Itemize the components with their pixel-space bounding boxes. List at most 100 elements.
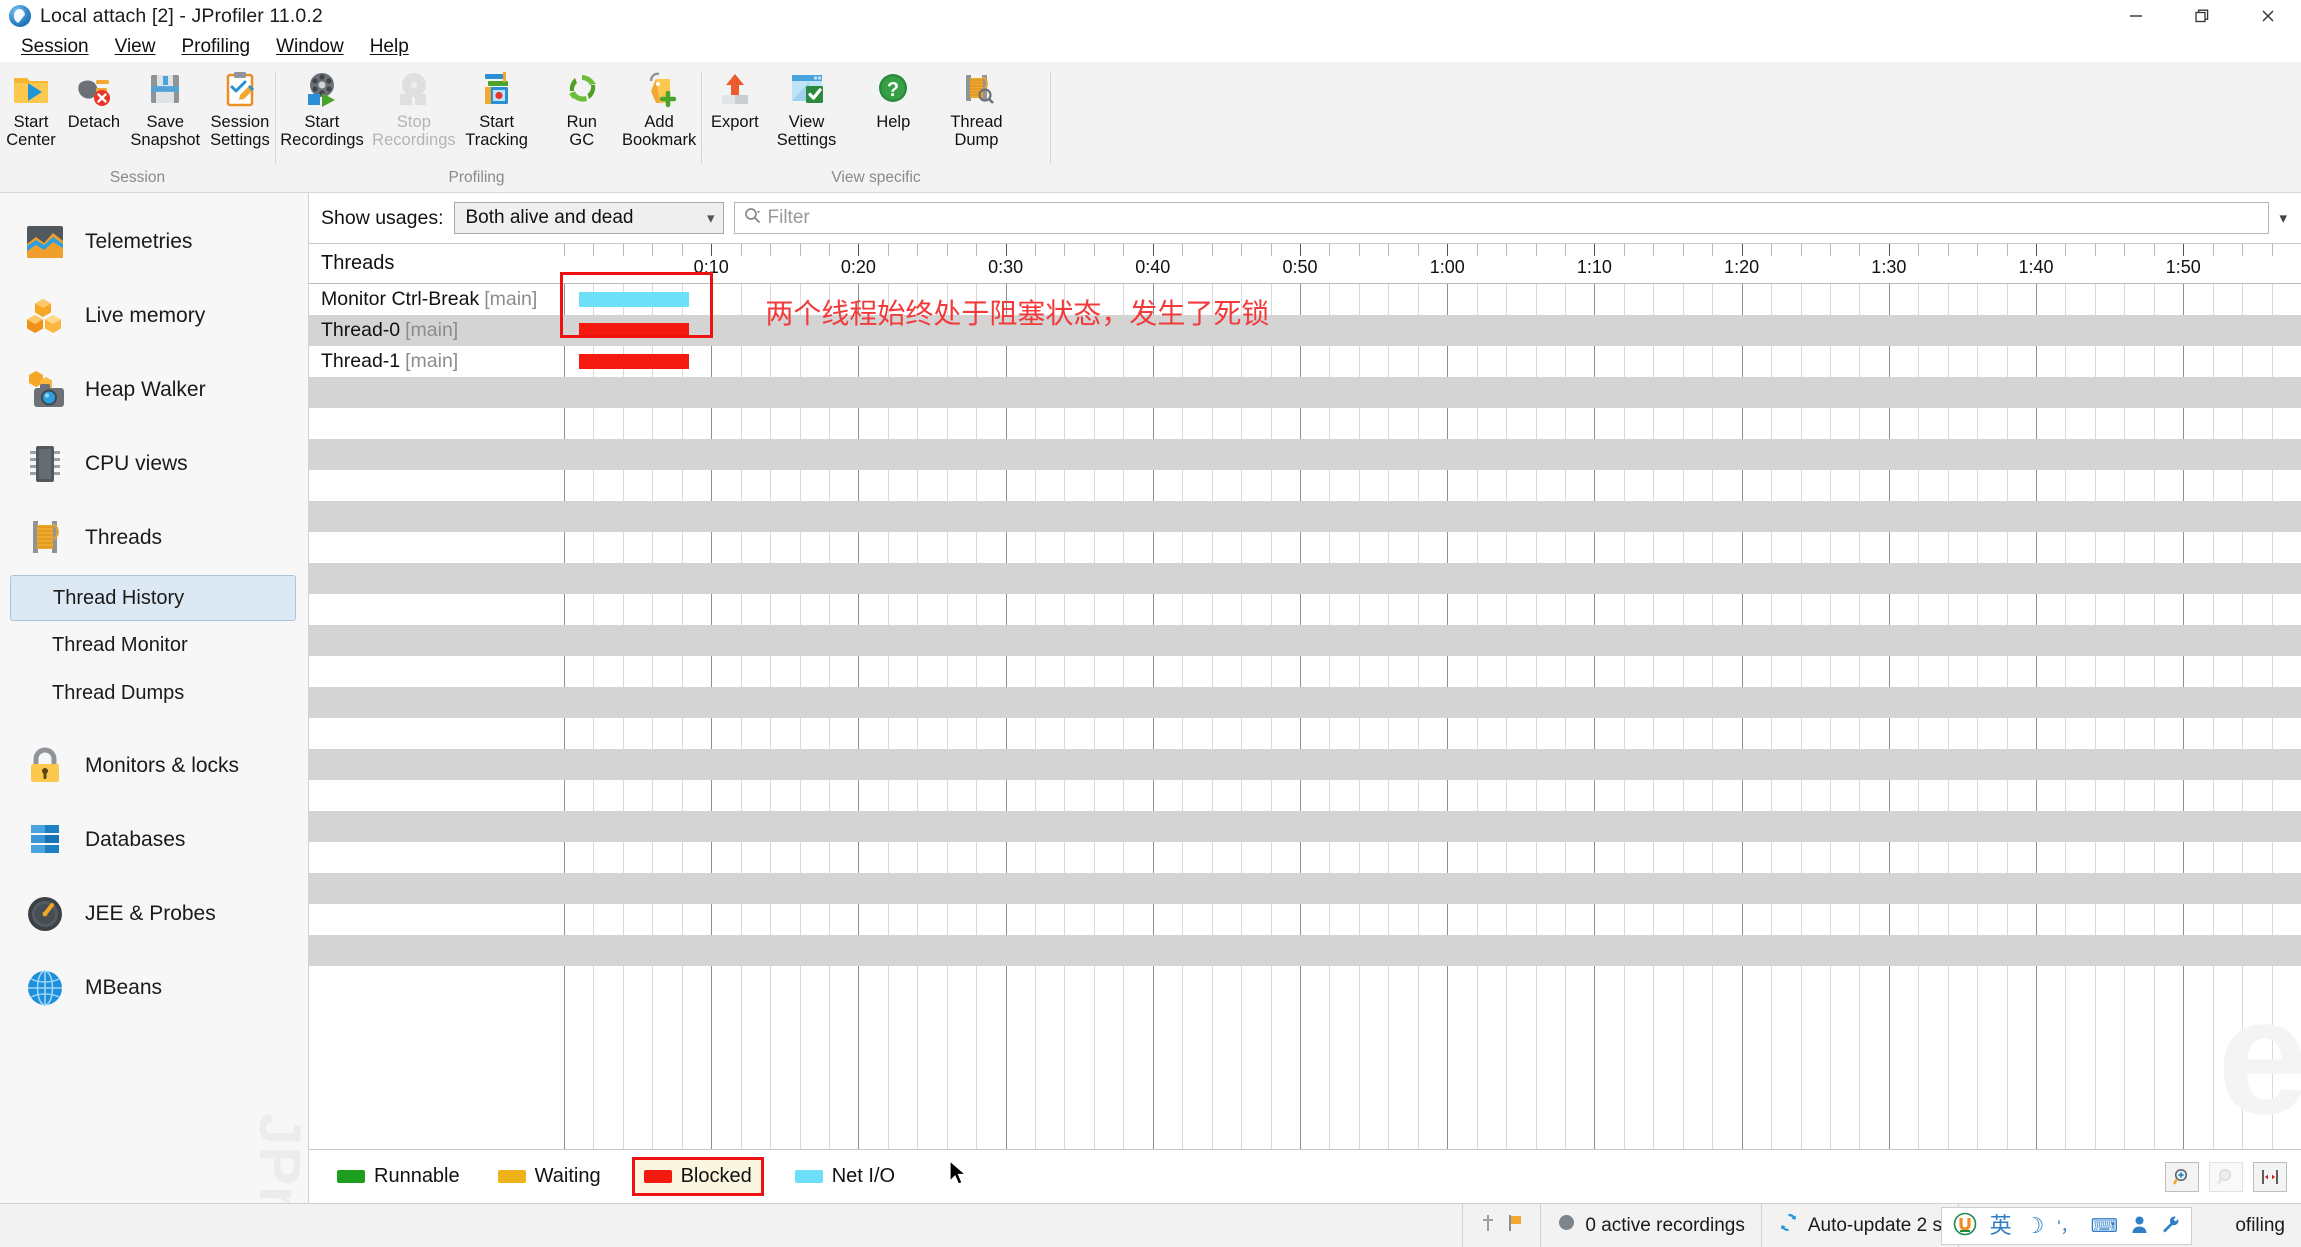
export-icon [715, 69, 755, 109]
start-center-icon [11, 69, 51, 109]
table-row[interactable]: Thread-1 [main] [309, 346, 2301, 377]
menu-view[interactable]: View [102, 34, 169, 60]
ime-toolbar[interactable]: 英 ☽ '， ⌨ [1940, 1207, 2192, 1245]
run-gc-button[interactable]: Run GC [546, 69, 617, 149]
show-usages-select[interactable]: Both alive and dead ▾ [453, 202, 724, 234]
start-tracking-button[interactable]: Start Tracking [460, 69, 534, 149]
fit-width-button[interactable] [2253, 1161, 2287, 1192]
sidebar-item-thread-dumps[interactable]: Thread Dumps [0, 669, 308, 717]
ruler-tick-minor [564, 244, 565, 256]
help-button[interactable]: ? Help [862, 69, 924, 132]
ruler-tick-label: 0:40 [1135, 257, 1171, 277]
ruler-tick-minor [1388, 244, 1390, 256]
sidebar-item-thread-history-label: Thread History [53, 586, 185, 609]
legend-label-net-io: Net I/O [831, 1165, 896, 1187]
menu-window-label: Window [276, 36, 344, 57]
status-recordings[interactable]: 0 active recordings [1540, 1204, 1760, 1247]
ruler-tick-minor [828, 244, 830, 256]
table-row-empty [309, 749, 2301, 780]
ruler-tick-major [1888, 244, 1890, 256]
close-button[interactable] [2235, 0, 2301, 32]
table-row[interactable]: Thread-0 [main] [309, 315, 2301, 346]
save-snapshot-button[interactable]: Save Snapshot [126, 69, 205, 149]
export-label: Export [711, 113, 759, 131]
export-button[interactable]: Export [702, 69, 768, 132]
run-gc-label: Run GC [566, 113, 597, 149]
filter-input[interactable]: Filter [733, 202, 2270, 234]
menu-window[interactable]: Window [263, 34, 357, 60]
table-row-empty [309, 966, 2301, 997]
sidebar-item-mbeans[interactable]: MBeans [0, 951, 308, 1025]
ruler-tick-minor [740, 244, 742, 256]
legend-item-blocked[interactable]: Blocked [631, 1157, 764, 1196]
show-usages-value: Both alive and dead [465, 207, 634, 228]
jee-probes-icon [22, 891, 68, 937]
sidebar-item-cpu-views[interactable]: CPU views [0, 427, 308, 501]
sidebar-item-databases[interactable]: Databases [0, 803, 308, 877]
status-autoupdate[interactable]: Auto-update 2 s [1760, 1204, 1958, 1247]
live-memory-icon [22, 293, 68, 339]
start-center-button[interactable]: Start Center [0, 69, 62, 149]
ruler-tick-minor [1829, 244, 1831, 256]
sogou-logo-icon[interactable] [1953, 1212, 1977, 1240]
toolbar-group-profiling: Start Recordings Stop Recordings Start T… [276, 62, 701, 192]
mouse-cursor [949, 1159, 969, 1193]
session-settings-icon [220, 69, 260, 109]
ruler-tick-minor [622, 244, 624, 256]
legend-label-blocked: Blocked [680, 1165, 752, 1187]
thread-dump-button[interactable]: Thread Dump [941, 69, 1011, 149]
legend-item-runnable[interactable]: Runnable [333, 1160, 464, 1193]
ruler-tick-minor [1682, 244, 1684, 256]
user-icon[interactable] [2131, 1215, 2148, 1238]
menu-session[interactable]: Session [8, 34, 102, 60]
legend-item-net-io[interactable]: Net I/O [791, 1160, 899, 1193]
sidebar-item-jee-probes[interactable]: JEE & Probes [0, 877, 308, 951]
sidebar-item-threads[interactable]: Threads [0, 501, 308, 575]
zoom-in-button[interactable] [2165, 1161, 2199, 1192]
table-row-empty [309, 563, 2301, 594]
start-tracking-icon [477, 69, 517, 109]
status-recordings-text: 0 active recordings [1585, 1214, 1745, 1236]
sidebar-item-live-memory[interactable]: Live memory [0, 279, 308, 353]
table-row[interactable]: Monitor Ctrl-Break [main] [309, 284, 2301, 315]
sidebar-item-monitors-locks[interactable]: Monitors & locks [0, 729, 308, 803]
jprofiler-window: Local attach [2] - JProfiler 11.0.2 Sess… [0, 0, 2301, 1247]
maximize-button[interactable] [2169, 0, 2235, 32]
punctuation-icon[interactable]: '， [2057, 1218, 2077, 1235]
filter-expand-icon[interactable]: ▾ [2279, 209, 2291, 227]
sidebar-item-telemetries[interactable]: Telemetries [0, 205, 308, 279]
soft-keyboard-icon[interactable]: ⌨ [2091, 1217, 2118, 1236]
sidebar-item-telemetries-label: Telemetries [85, 230, 193, 253]
ruler-tick-minor [1535, 244, 1537, 256]
minimize-button[interactable] [2103, 0, 2169, 32]
menu-help[interactable]: Help [357, 34, 422, 60]
detach-button[interactable]: Detach [62, 69, 126, 132]
toolbox-icon[interactable] [2161, 1215, 2180, 1238]
session-settings-button[interactable]: Session Settings [205, 69, 275, 149]
menu-session-label: Session [21, 36, 89, 57]
ruler-tick-minor [1241, 244, 1243, 256]
zoom-controls [2165, 1161, 2287, 1192]
main-toolbar: Start Center Detach Save Snapshot Sessio… [0, 62, 2301, 193]
moon-icon[interactable]: ☽ [2025, 1215, 2045, 1237]
add-bookmark-button[interactable]: Add Bookmark [617, 69, 701, 149]
show-usages-label: Show usages: [321, 206, 444, 229]
filter-placeholder: Filter [767, 207, 810, 228]
view-settings-button[interactable]: View Settings [768, 69, 846, 149]
sidebar-item-databases-label: Databases [85, 828, 186, 851]
toolbar-fill [1050, 72, 2301, 164]
chinese-english-toggle-icon[interactable]: 英 [1990, 1215, 2012, 1237]
ruler-tick-major [1300, 244, 1302, 256]
add-bookmark-icon [639, 69, 679, 109]
status-bookmarks[interactable] [1462, 1204, 1540, 1247]
ruler-tick-minor [1771, 244, 1773, 256]
menu-profiling[interactable]: Profiling [168, 34, 263, 60]
session-settings-label: Session Settings [210, 113, 270, 149]
sidebar-item-thread-history[interactable]: Thread History [10, 575, 296, 621]
sidebar: JProfiler Telemetries [0, 193, 309, 1203]
sidebar-item-thread-monitor[interactable]: Thread Monitor [0, 621, 308, 669]
legend-swatch-runnable [337, 1170, 365, 1183]
legend-item-waiting[interactable]: Waiting [494, 1160, 605, 1193]
start-recordings-button[interactable]: Start Recordings [276, 69, 368, 149]
sidebar-item-heap-walker[interactable]: Heap Walker [0, 353, 308, 427]
